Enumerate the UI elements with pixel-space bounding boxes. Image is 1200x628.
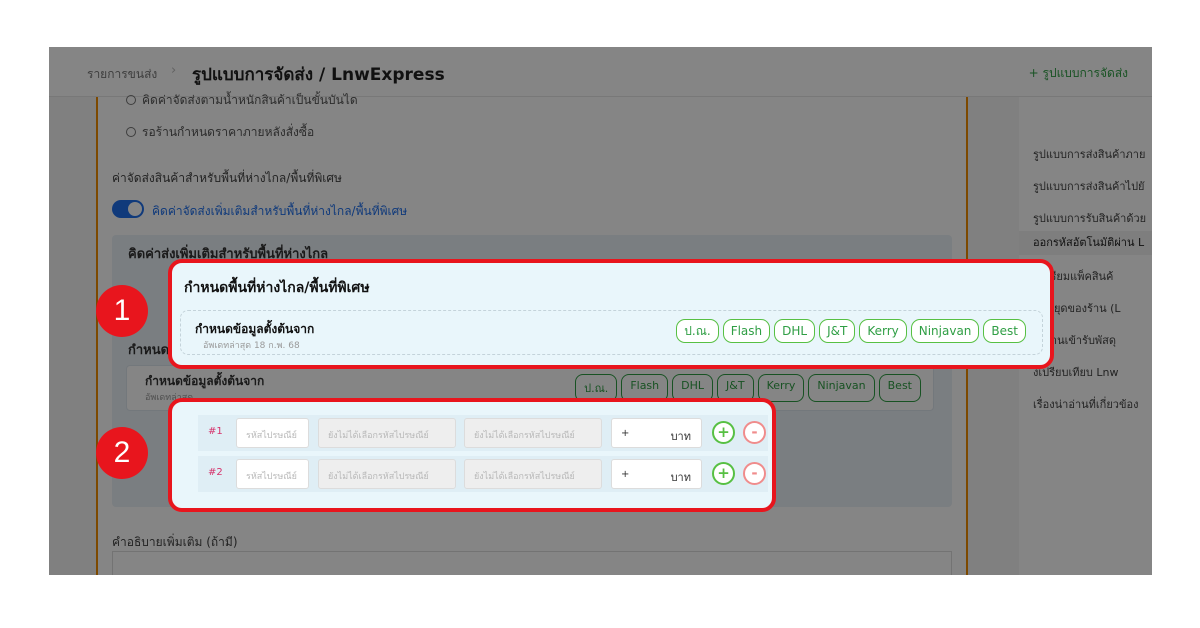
add-row-button[interactable]: + [712, 462, 735, 485]
callout-remote-area-settings: กำหนดพื้นที่ห่างไกล/พื้นที่พิเศษ กำหนดข้… [168, 259, 1054, 369]
price-prefix: + [621, 469, 630, 480]
extra-price-input[interactable]: + บาท [611, 459, 702, 489]
step-marker-2: 2 [96, 427, 148, 479]
price-prefix: + [621, 428, 630, 439]
subdistrict-select[interactable]: ยังไม่ได้เลือกรหัสไปรษณีย์ [464, 418, 602, 448]
price-unit: บาท [670, 430, 691, 443]
carrier-chip-thaipost[interactable]: ป.ณ. [676, 319, 719, 343]
price-unit: บาท [670, 471, 691, 484]
carrier-chip-dhl[interactable]: DHL [774, 319, 816, 343]
remove-row-button[interactable]: - [743, 462, 766, 485]
zone-row: #1 รหัสไปรษณีย์ ยังไม่ได้เลือกรหัสไปรษณี… [198, 415, 768, 451]
zone-row-index: #2 [208, 467, 223, 478]
carrier-chip-jt[interactable]: J&T [819, 319, 856, 343]
zone-row-index: #1 [208, 426, 223, 437]
district-select[interactable]: ยังไม่ได้เลือกรหัสไปรษณีย์ [318, 418, 456, 448]
district-select[interactable]: ยังไม่ได้เลือกรหัสไปรษณีย์ [318, 459, 456, 489]
carrier-chip-flash[interactable]: Flash [722, 319, 771, 343]
default-source-row: กำหนดข้อมูลตั้งต้นจาก อัพเดทล่าสุด 18 ก.… [180, 310, 1043, 355]
postal-code-input[interactable]: รหัสไปรษณีย์ [236, 459, 309, 489]
last-updated-text: อัพเดทล่าสุด 18 ก.พ. 68 [203, 341, 300, 351]
step-marker-1: 1 [96, 285, 148, 337]
zone-row: #2 รหัสไปรษณีย์ ยังไม่ได้เลือกรหัสไปรษณี… [198, 456, 768, 492]
remove-row-button[interactable]: - [743, 421, 766, 444]
extra-price-input[interactable]: + บาท [611, 418, 702, 448]
carrier-chip-kerry[interactable]: Kerry [859, 319, 907, 343]
postal-code-input[interactable]: รหัสไปรษณีย์ [236, 418, 309, 448]
carrier-chip-list: ป.ณ. Flash DHL J&T Kerry Ninjavan Best [676, 319, 1026, 343]
add-row-button[interactable]: + [712, 421, 735, 444]
carrier-chip-best[interactable]: Best [983, 319, 1026, 343]
default-source-title: กำหนดข้อมูลตั้งต้นจาก [195, 322, 315, 336]
callout-title: กำหนดพื้นที่ห่างไกล/พื้นที่พิเศษ [184, 280, 370, 296]
callout-zone-rows: #1 รหัสไปรษณีย์ ยังไม่ได้เลือกรหัสไปรษณี… [168, 398, 776, 512]
carrier-chip-ninjavan[interactable]: Ninjavan [910, 319, 980, 343]
subdistrict-select[interactable]: ยังไม่ได้เลือกรหัสไปรษณีย์ [464, 459, 602, 489]
